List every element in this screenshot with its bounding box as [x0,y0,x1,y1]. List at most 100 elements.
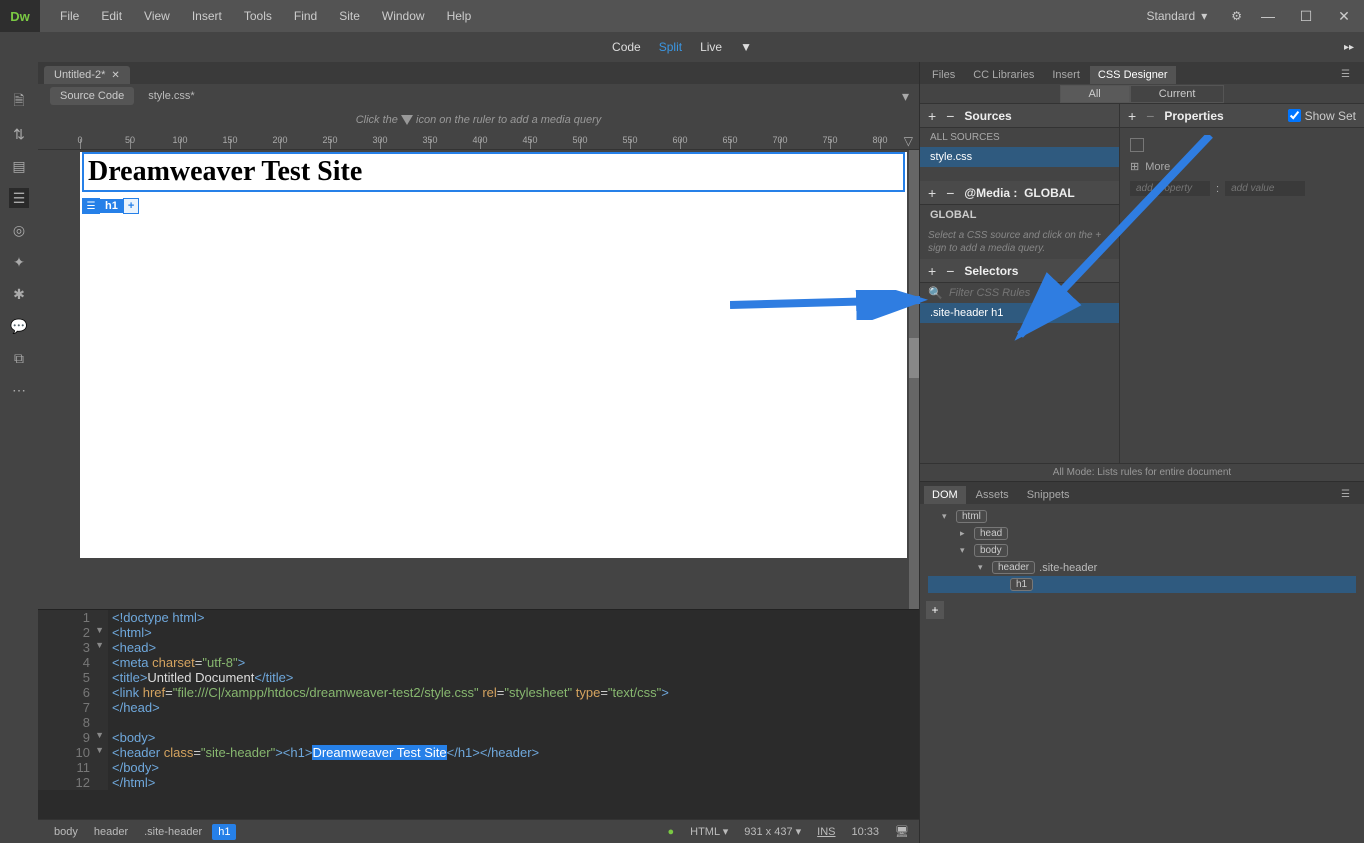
collapse-icon[interactable]: ⧉ [9,348,29,368]
menu-insert[interactable]: Insert [182,3,232,29]
add-selector-button[interactable]: + [928,263,936,279]
close-tab-icon[interactable]: ✕ [111,70,119,81]
breadcrumb-item[interactable]: header [88,824,134,840]
titlebar: Dw FileEditViewInsertToolsFindSiteWindow… [0,0,1364,32]
view-live[interactable]: Live [700,40,722,54]
link-icon[interactable]: ✱ [9,284,29,304]
search-icon: 🔍 [928,286,943,300]
all-sources-label[interactable]: ALL SOURCES [920,128,1119,147]
dom-node[interactable]: ▾header .site-header [928,559,1356,576]
workspace-switcher[interactable]: Standard▾ [1139,7,1216,25]
breadcrumb-item[interactable]: body [48,824,84,840]
dom-node[interactable]: ▾html [928,508,1356,525]
remove-selector-button[interactable]: − [946,263,954,279]
more-icon[interactable]: ⊞ [1130,160,1139,173]
media-global[interactable]: GLOBAL [920,205,1119,225]
panel-tab[interactable]: Files [924,66,963,84]
properties-header: + − Properties Show Set [1120,104,1364,128]
left-toolbar: 🗎 ⇅ ▤ ☰ ◎ ✦ ✱ 💬 ⧉ ⋯ [0,62,38,843]
menu-window[interactable]: Window [372,3,435,29]
view-split[interactable]: Split [659,40,682,54]
menu-view[interactable]: View [134,3,180,29]
git-icon[interactable]: ⇅ [9,124,29,144]
show-set-toggle[interactable]: Show Set [1288,109,1356,123]
add-source-button[interactable]: + [928,108,936,124]
file-icon[interactable]: 🗎 [9,92,29,112]
dom-tab[interactable]: DOM [924,486,966,504]
dom-tab[interactable]: Snippets [1019,486,1078,504]
selector-item[interactable]: .site-header h1 [920,303,1119,323]
status-preview-icon[interactable]: 🖥 [895,825,909,838]
view-code[interactable]: Code [612,40,641,54]
add-media-button[interactable]: + [928,185,936,201]
dom-node[interactable]: ▾body [928,542,1356,559]
live-options-dropdown[interactable]: ▼ [740,40,752,54]
breadcrumb-item[interactable]: .site-header [138,824,208,840]
selectors-header: + − Selectors [920,259,1119,283]
scrollbar-thumb[interactable] [909,338,919,378]
minimize-button[interactable]: — [1258,6,1278,26]
media-hint-text: Select a CSS source and click on the + s… [920,225,1119,259]
code-editor[interactable]: 1<!doctype html>2▼<html>3▼<head>4<meta c… [38,609,919,819]
element-menu-icon[interactable]: ☰ [82,198,100,214]
dom-add-button[interactable]: + [926,601,944,619]
menu-help[interactable]: Help [437,3,482,29]
panel-tab[interactable]: CSS Designer [1090,66,1176,84]
panel-tab[interactable]: Insert [1044,66,1088,84]
css-tab-all[interactable]: All [1060,85,1130,103]
related-file[interactable]: style.css* [148,90,194,102]
comment-icon[interactable]: 💬 [9,316,29,336]
ruler[interactable]: 0501001502002503003504004505005506006507… [38,132,919,150]
panel-tab[interactable]: CC Libraries [965,66,1042,84]
app-logo: Dw [0,0,40,32]
menu-tools[interactable]: Tools [234,3,282,29]
menubar: FileEditViewInsertToolsFindSiteWindowHel… [50,3,481,29]
close-button[interactable]: ✕ [1334,6,1354,26]
inspect-icon[interactable]: ◎ [9,220,29,240]
add-property-button[interactable]: + [1128,108,1136,124]
category-icon[interactable] [1130,138,1144,152]
filter-icon[interactable]: ▾ [902,88,909,105]
remove-source-button[interactable]: − [946,108,954,124]
css-tab-current[interactable]: Current [1130,85,1225,103]
manage-icon[interactable]: ▤ [9,156,29,176]
panel-menu-icon[interactable]: ☰ [1333,66,1358,83]
more-icon[interactable]: ⋯ [9,380,29,400]
ruler-marker-icon[interactable]: ▽ [904,134,913,148]
dom-tree[interactable]: ▾html▸head▾body▾header .site-headerh1 [920,504,1364,597]
remove-media-button[interactable]: − [946,185,954,201]
selected-h1-element[interactable]: Dreamweaver Test Site [82,152,905,192]
status-ins[interactable]: INS [817,826,835,838]
breadcrumb-item[interactable]: h1 [212,824,236,840]
element-display-badge[interactable]: ☰ h1 + [82,198,139,214]
menu-file[interactable]: File [50,3,89,29]
status-lang[interactable]: HTML ▾ [690,825,728,838]
add-value-input[interactable] [1225,181,1305,196]
live-view-icon[interactable]: ☰ [9,188,29,208]
live-canvas[interactable]: Dreamweaver Test Site ☰ h1 + [80,152,907,558]
scrollbar-track[interactable] [909,150,919,609]
dom-node[interactable]: h1 [928,576,1356,593]
maximize-button[interactable]: ☐ [1296,6,1316,26]
add-class-icon[interactable]: + [123,198,139,214]
menu-edit[interactable]: Edit [91,3,132,29]
status-size[interactable]: 931 x 437 ▾ [744,825,801,838]
css-mode-tabs: All Current [920,84,1364,104]
related-files-bar: Source Code style.css* ▾ [38,84,919,108]
source-code-pill[interactable]: Source Code [50,87,134,105]
filter-selectors-row: 🔍 [920,283,1119,303]
dom-node[interactable]: ▸head [928,525,1356,542]
sources-header: + − Sources [920,104,1119,128]
source-item[interactable]: style.css [920,147,1119,167]
add-property-input[interactable] [1130,181,1210,196]
dom-panel-menu-icon[interactable]: ☰ [1333,486,1358,503]
menu-find[interactable]: Find [284,3,327,29]
filter-css-input[interactable] [949,287,1111,299]
dom-tab[interactable]: Assets [968,486,1017,504]
expand-panels-icon[interactable]: ▸▸ [1344,42,1354,53]
menu-site[interactable]: Site [329,3,370,29]
wand-icon[interactable]: ✦ [9,252,29,272]
dom-panel-tabs: DOMAssetsSnippets ☰ [920,482,1364,504]
document-tab[interactable]: Untitled-2*✕ [44,66,130,84]
sync-settings-icon[interactable]: ⚙ [1231,9,1242,23]
